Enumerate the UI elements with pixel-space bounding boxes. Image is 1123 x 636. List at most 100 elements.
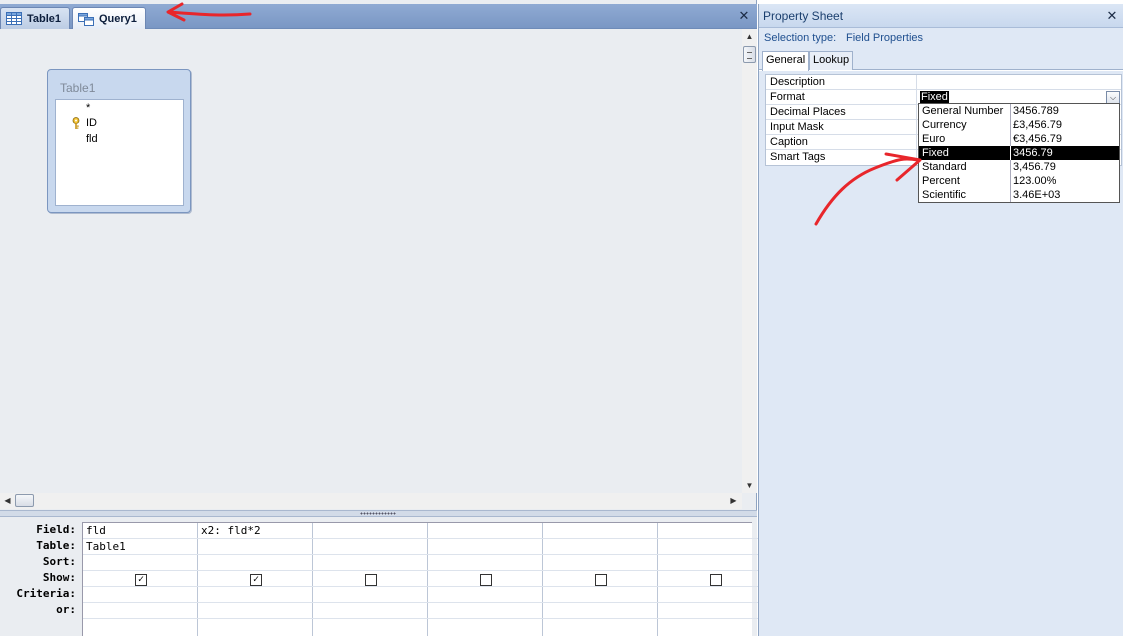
row-label-table: Table: [36, 539, 76, 552]
table-icon [6, 12, 22, 25]
format-option-divider [1010, 104, 1011, 118]
format-option-sample: 3,456.79 [1013, 161, 1056, 173]
property-row-description: Description [766, 75, 1121, 90]
table-cell[interactable] [198, 539, 313, 555]
field-cell[interactable] [313, 523, 428, 539]
format-option-name: Currency [922, 119, 967, 131]
tab-general[interactable]: General [762, 51, 810, 71]
field-id[interactable]: ID [86, 117, 97, 129]
pane-splitter[interactable] [0, 510, 757, 517]
grid-row-labels: Field: Table: Sort: Show: Criteria: or: [0, 522, 82, 618]
tab-query1[interactable]: Query1 [72, 7, 146, 30]
show-cell[interactable] [428, 571, 543, 587]
sort-cell[interactable] [83, 555, 198, 571]
scroll-down-icon[interactable]: ▼ [742, 478, 757, 493]
table-field-list[interactable]: Table1 * ID fld [47, 69, 191, 213]
show-cell[interactable] [313, 571, 428, 587]
or-cell[interactable] [198, 603, 313, 619]
show-checkbox[interactable] [365, 574, 377, 586]
tab-lookup[interactable]: Lookup [809, 51, 854, 70]
format-option-name: Fixed [922, 147, 949, 159]
field-cell[interactable] [543, 523, 658, 539]
tab-table1[interactable]: Table1 [0, 7, 71, 29]
field-cell[interactable]: x2: fld*2 [198, 523, 313, 539]
field-all[interactable]: * [86, 102, 90, 114]
close-icon[interactable]: ✕ [1104, 8, 1120, 24]
format-option-name: General Number [922, 105, 1004, 117]
criteria-cell[interactable] [543, 587, 658, 603]
or-cell[interactable] [428, 603, 543, 619]
scroll-up-icon[interactable]: ▲ [742, 29, 757, 44]
row-label-show: Show: [42, 571, 76, 584]
show-checkbox[interactable] [480, 574, 492, 586]
close-document-button[interactable]: ✕ [736, 8, 752, 24]
property-name: Smart Tags [766, 150, 917, 165]
format-option[interactable]: Euro €3,456.79 [919, 132, 1119, 146]
or-cell[interactable] [543, 603, 658, 619]
property-name: Caption [766, 135, 917, 150]
splitter-grip-icon[interactable] [360, 512, 396, 515]
format-option-divider [1010, 146, 1011, 160]
table-cell[interactable]: Table1 [83, 539, 198, 555]
field-cell[interactable] [658, 523, 773, 539]
sort-cell[interactable] [543, 555, 658, 571]
show-cell[interactable]: ✓ [198, 571, 313, 587]
grid-column: fld Table1 ✓ [83, 523, 198, 636]
field-cell[interactable]: fld [83, 523, 198, 539]
criteria-cell[interactable] [658, 587, 773, 603]
property-sheet-title: Property Sheet [763, 9, 844, 23]
scroll-left-icon[interactable]: ◀ [0, 493, 15, 508]
query-icon [78, 12, 94, 26]
format-option[interactable]: Standard 3,456.79 [919, 160, 1119, 174]
format-value[interactable]: Fixed [920, 91, 949, 103]
table-design-area[interactable]: Table1 * ID fld [0, 29, 742, 493]
document-tab-bar: Table1 Query1 ✕ [0, 4, 757, 30]
show-checkbox[interactable] [595, 574, 607, 586]
vertical-scrollbar[interactable]: ▲ ▼ [742, 29, 757, 493]
show-checkbox[interactable]: ✓ [135, 574, 147, 586]
criteria-cell[interactable] [198, 587, 313, 603]
format-option-divider [1010, 132, 1011, 146]
format-option-name: Euro [922, 133, 946, 145]
show-checkbox[interactable]: ✓ [250, 574, 262, 586]
format-option[interactable]: Scientific 3.46E+03 [919, 188, 1119, 202]
description-input[interactable] [918, 75, 1122, 90]
format-option-divider [1010, 188, 1011, 202]
sort-cell[interactable] [658, 555, 773, 571]
table-cell[interactable] [428, 539, 543, 555]
scroll-right-icon[interactable]: ▶ [726, 493, 741, 508]
show-checkbox[interactable] [710, 574, 722, 586]
table-cell[interactable] [543, 539, 658, 555]
table-cell[interactable] [658, 539, 773, 555]
sort-cell[interactable] [313, 555, 428, 571]
table-cell[interactable] [313, 539, 428, 555]
sort-cell[interactable] [198, 555, 313, 571]
property-name: Format [766, 90, 917, 105]
format-option[interactable]: Currency £3,456.79 [919, 118, 1119, 132]
format-option[interactable]: Percent 123.00% [919, 174, 1119, 188]
vertical-scroll-thumb[interactable] [743, 46, 756, 63]
criteria-cell[interactable] [83, 587, 198, 603]
sort-cell[interactable] [428, 555, 543, 571]
field-fld[interactable]: fld [86, 133, 98, 145]
show-cell[interactable]: ✓ [83, 571, 198, 587]
format-option[interactable]: General Number 3456.789 [919, 104, 1119, 118]
criteria-cell[interactable] [313, 587, 428, 603]
or-cell[interactable] [313, 603, 428, 619]
horizontal-scrollbar[interactable]: ◀ ▶ [0, 493, 742, 509]
selection-type-label: Selection type: [764, 32, 837, 44]
format-option-sample: 3.46E+03 [1013, 189, 1061, 201]
format-option-divider [1010, 118, 1011, 132]
criteria-cell[interactable] [428, 587, 543, 603]
horizontal-scroll-thumb[interactable] [15, 494, 34, 507]
format-option-sample: £3,456.79 [1013, 119, 1062, 131]
row-label-field: Field: [36, 523, 76, 536]
or-cell[interactable] [83, 603, 198, 619]
or-cell[interactable] [658, 603, 773, 619]
grid-column [543, 523, 658, 636]
field-cell[interactable] [428, 523, 543, 539]
show-cell[interactable] [658, 571, 773, 587]
format-option[interactable]: Fixed 3456.79 [919, 146, 1119, 160]
show-cell[interactable] [543, 571, 658, 587]
query-design-grid: Field: Table: Sort: Show: Criteria: or: … [0, 517, 773, 636]
